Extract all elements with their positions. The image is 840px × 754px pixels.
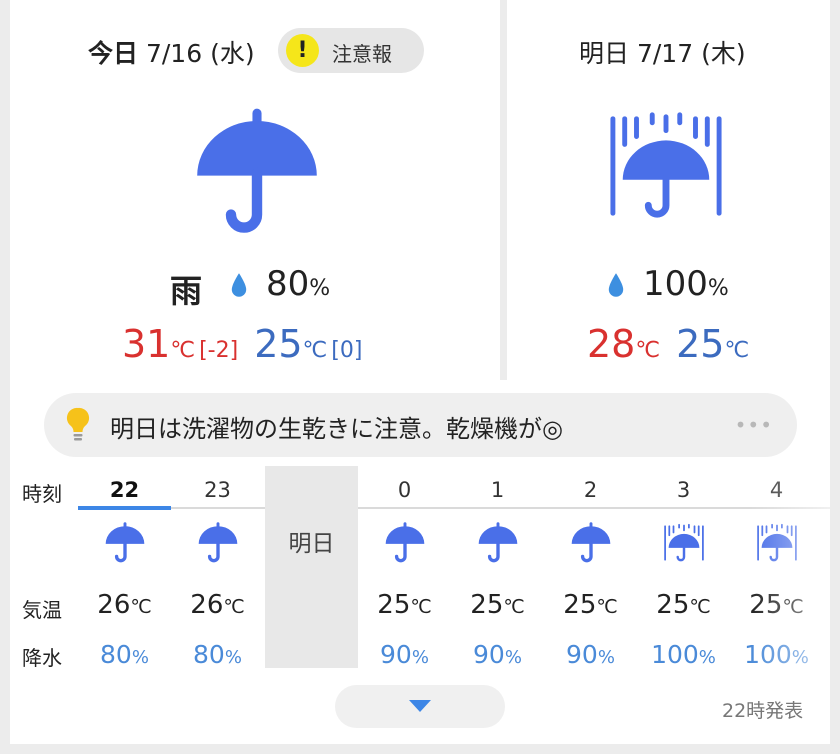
warning-label: 注意報 [332, 42, 392, 66]
hour-label[interactable]: 22 [78, 478, 171, 502]
hour-precip-probability: 90% [473, 640, 522, 669]
hour-temperature: 25℃ [749, 590, 804, 620]
heavy-rain-umbrella-icon [607, 110, 725, 222]
today-title: 今日 7/16 (水) [88, 39, 255, 68]
expand-button[interactable] [335, 685, 505, 728]
umbrella-icon [197, 522, 239, 564]
day-divider [500, 0, 507, 380]
today-max-temp: 31℃ [-2] [122, 322, 239, 366]
precip-row-label: 降水 [22, 646, 62, 670]
today-temperatures: 31℃ [-2] 25℃ [0] [122, 322, 362, 366]
hour-precip-probability: 90% [566, 640, 615, 669]
tomorrow-temperatures: 28℃ 25℃ [587, 322, 749, 366]
hour-label[interactable]: 2 [544, 478, 637, 502]
today-panel[interactable]: 今日 7/16 (水) ! 注意報 雨 80% 31℃ [-2] 25℃ [0] [10, 0, 500, 380]
tomorrow-precip-probability: 100% [643, 264, 729, 304]
hour-precip-probability: 80% [100, 640, 149, 669]
hour-precip-probability: 100% [744, 640, 809, 669]
hour-column: 3 25℃ 100% [637, 466, 730, 669]
hour-column: 1 25℃ 90% [451, 466, 544, 669]
umbrella-icon [570, 522, 612, 564]
umbrella-icon [384, 522, 426, 564]
tomorrow-separator: 明日 [265, 466, 358, 668]
umbrella-icon [477, 522, 519, 564]
hour-label[interactable]: 23 [171, 478, 264, 502]
exclamation-icon: ! [286, 34, 319, 67]
hour-column: 2 25℃ 90% [544, 466, 637, 669]
hour-temperature: 25℃ [377, 590, 432, 620]
warning-badge[interactable]: ! 注意報 [278, 28, 424, 73]
umbrella-icon [104, 522, 146, 564]
hour-temperature: 26℃ [190, 590, 245, 620]
lightbulb-icon [66, 407, 90, 441]
weather-description: 雨 [170, 272, 203, 310]
heavy-rain-umbrella-icon [756, 522, 798, 564]
advice-text: 明日は洗濯物の生乾きに注意。乾燥機が◎ [110, 415, 563, 443]
hour-label[interactable]: 3 [637, 478, 730, 502]
hour-label[interactable]: 4 [730, 478, 823, 502]
tomorrow-max-temp: 28℃ [587, 322, 661, 366]
hour-column: 22 26℃ 80% [78, 466, 171, 669]
heavy-rain-umbrella-icon [663, 522, 705, 564]
raindrop-icon [230, 272, 248, 298]
hour-precip-probability: 80% [193, 640, 242, 669]
hour-label[interactable]: 0 [358, 478, 451, 502]
hour-temperature: 25℃ [656, 590, 711, 620]
hourly-forecast[interactable]: 時刻 気温 降水 明日 22 26℃ 80% 23 26℃ 80% 0 25℃ 90% 1 25℃ 9… [10, 466, 830, 670]
hour-column: 23 26℃ 80% [171, 466, 264, 669]
hour-precip-probability: 100% [651, 640, 716, 669]
more-options-icon[interactable]: ••• [735, 413, 773, 437]
tomorrow-panel[interactable]: 明日 7/17 (木) 100% 28℃ 25℃ [507, 0, 830, 380]
issued-time: 22時発表 [722, 700, 804, 722]
hour-column: 4 25℃ 100% [730, 466, 823, 669]
today-precip-probability: 80% [266, 264, 331, 304]
hour-temperature: 26℃ [97, 590, 152, 620]
temp-row-label: 気温 [22, 598, 62, 622]
chevron-down-icon [409, 700, 431, 712]
umbrella-icon [192, 108, 322, 238]
today-min-temp: 25℃ [0] [254, 322, 363, 366]
advice-banner[interactable]: 明日は洗濯物の生乾きに注意。乾燥機が◎ ••• [44, 393, 797, 457]
tomorrow-min-temp: 25℃ [676, 322, 750, 366]
hour-column: 0 25℃ 90% [358, 466, 451, 669]
hour-precip-probability: 90% [380, 640, 429, 669]
raindrop-icon [607, 272, 625, 298]
hour-temperature: 25℃ [563, 590, 618, 620]
hour-label[interactable]: 1 [451, 478, 544, 502]
tomorrow-title: 明日 7/17 (木) [579, 39, 746, 68]
time-row-label: 時刻 [22, 482, 62, 506]
hour-temperature: 25℃ [470, 590, 525, 620]
